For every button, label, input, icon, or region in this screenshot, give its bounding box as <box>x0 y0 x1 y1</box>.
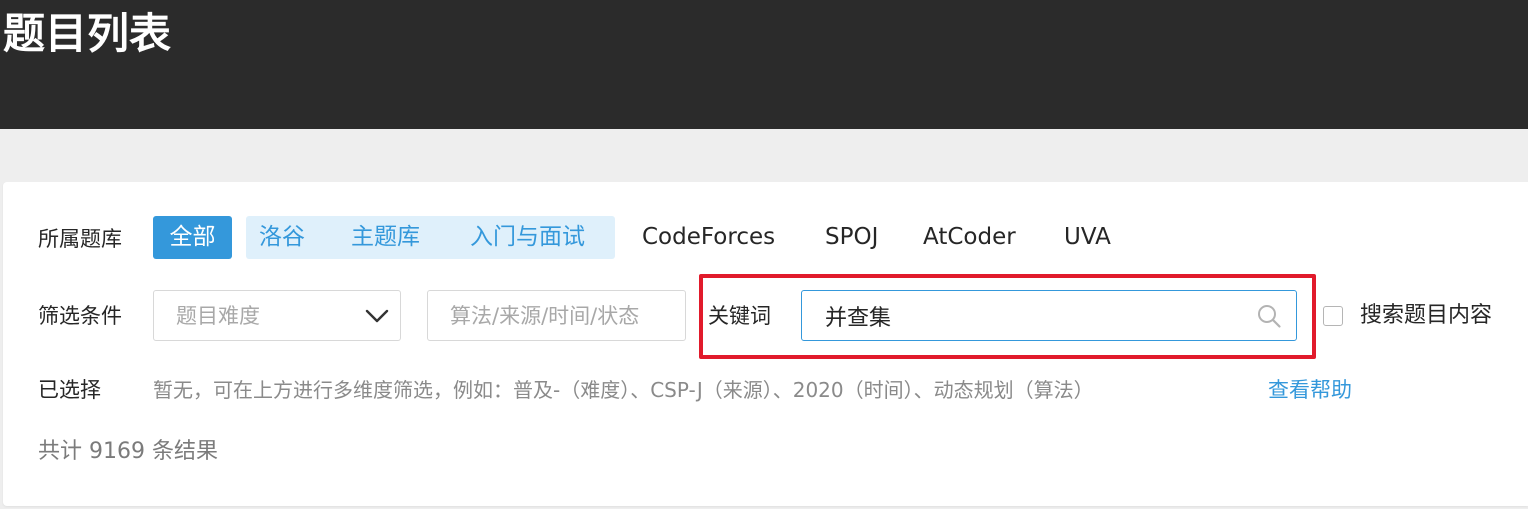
filter-row: 筛选条件 题目难度 关键词 搜索题目内容 <box>3 274 1528 359</box>
help-link[interactable]: 查看帮助 <box>1268 375 1352 405</box>
library-codeforces-button[interactable]: CodeForces <box>642 216 775 259</box>
library-row: 所属题库 全部 洛谷 主题库 入门与面试 CodeForces SPOJ AtC… <box>3 216 1528 260</box>
library-luogu-group: 洛谷 主题库 入门与面试 <box>246 216 615 259</box>
difficulty-select[interactable]: 题目难度 <box>153 290 401 341</box>
keyword-label: 关键词 <box>708 304 771 328</box>
page-title: 题目列表 <box>3 9 172 58</box>
search-content-checkbox[interactable] <box>1323 306 1343 326</box>
selected-label: 已选择 <box>38 378 101 402</box>
filter-card: 所属题库 全部 洛谷 主题库 入门与面试 CodeForces SPOJ AtC… <box>3 182 1528 506</box>
keyword-input[interactable] <box>802 291 1242 340</box>
library-label: 所属题库 <box>38 227 122 251</box>
result-count: 共计 9169 条结果 <box>38 439 218 464</box>
library-topic-button[interactable]: 主题库 <box>351 216 420 259</box>
difficulty-select-placeholder: 题目难度 <box>176 304 260 328</box>
library-atcoder-button[interactable]: AtCoder <box>923 216 1016 259</box>
search-content-label[interactable]: 搜索题目内容 <box>1360 301 1492 331</box>
chevron-down-icon <box>365 309 389 323</box>
library-luogu-button[interactable]: 洛谷 <box>259 216 305 259</box>
keyword-field <box>801 290 1297 341</box>
library-spoj-button[interactable]: SPOJ <box>825 216 878 259</box>
library-uva-button[interactable]: UVA <box>1064 216 1111 259</box>
tag-filter-input[interactable] <box>427 290 686 341</box>
library-intro-interview-button[interactable]: 入门与面试 <box>470 216 585 259</box>
filter-label: 筛选条件 <box>38 304 122 328</box>
library-all-button[interactable]: 全部 <box>153 216 232 259</box>
selected-hint: 暂无，可在上方进行多维度筛选，例如：普及-（难度）、CSP-J（来源）、2020… <box>153 378 1094 402</box>
search-icon[interactable] <box>1256 303 1282 329</box>
page-header: 题目列表 <box>0 0 1528 129</box>
selected-row: 已选择 暂无，可在上方进行多维度筛选，例如：普及-（难度）、CSP-J（来源）、… <box>3 373 1528 407</box>
